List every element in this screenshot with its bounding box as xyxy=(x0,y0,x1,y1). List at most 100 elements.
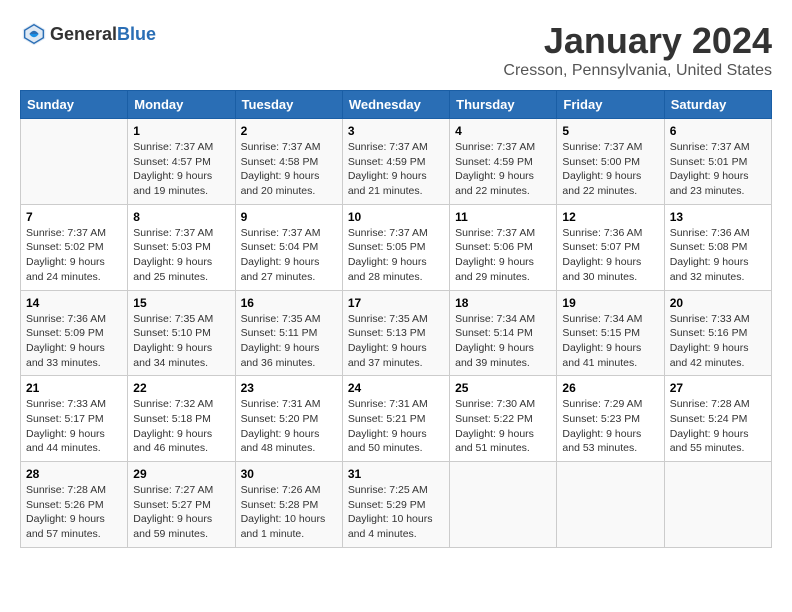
calendar-cell: 13 Sunrise: 7:36 AM Sunset: 5:08 PM Dayli… xyxy=(664,204,771,290)
day-number: 17 xyxy=(348,296,444,310)
calendar-cell: 8Sunrise: 7:37 AM Sunset: 5:03 PM Daylig… xyxy=(128,204,235,290)
day-info: Sunrise: 7:30 AM Sunset: 5:22 PM Dayligh… xyxy=(455,397,551,456)
day-info: Sunrise: 7:37 AM Sunset: 4:57 PM Dayligh… xyxy=(133,140,229,199)
day-info: Sunrise: 7:36 AM Sunset: 5:08 PM Dayligh… xyxy=(670,226,766,285)
calendar-cell xyxy=(664,462,771,548)
calendar-cell: 6 Sunrise: 7:37 AM Sunset: 5:01 PM Daylig… xyxy=(664,119,771,205)
day-number: 25 xyxy=(455,381,551,395)
calendar-cell: 30Sunrise: 7:26 AM Sunset: 5:28 PM Dayli… xyxy=(235,462,342,548)
weekday-header-tuesday: Tuesday xyxy=(235,91,342,119)
logo-general: General xyxy=(50,24,117,44)
logo-blue: Blue xyxy=(117,24,156,44)
calendar-week-1: 1Sunrise: 7:37 AM Sunset: 4:57 PM Daylig… xyxy=(21,119,772,205)
subtitle: Cresson, Pennsylvania, United States xyxy=(503,62,772,80)
calendar-week-2: 7 Sunrise: 7:37 AM Sunset: 5:02 PM Daylig… xyxy=(21,204,772,290)
logo: GeneralBlue xyxy=(20,20,156,48)
calendar-cell: 4Sunrise: 7:37 AM Sunset: 4:59 PM Daylig… xyxy=(450,119,557,205)
calendar-cell: 29 Sunrise: 7:27 AM Sunset: 5:27 PM Dayli… xyxy=(128,462,235,548)
calendar-cell: 16 Sunrise: 7:35 AM Sunset: 5:11 PM Dayli… xyxy=(235,290,342,376)
calendar-table: SundayMondayTuesdayWednesdayThursdayFrid… xyxy=(20,90,772,548)
day-info: Sunrise: 7:34 AM Sunset: 5:15 PM Dayligh… xyxy=(562,312,658,371)
page-header: GeneralBlue January 2024 Cresson, Pennsy… xyxy=(20,20,772,80)
weekday-header-friday: Friday xyxy=(557,91,664,119)
calendar-cell: 23Sunrise: 7:31 AM Sunset: 5:20 PM Dayli… xyxy=(235,376,342,462)
day-number: 2 xyxy=(241,124,337,138)
day-info: Sunrise: 7:28 AM Sunset: 5:26 PM Dayligh… xyxy=(26,483,122,542)
calendar-cell: 10Sunrise: 7:37 AM Sunset: 5:05 PM Dayli… xyxy=(342,204,449,290)
day-number: 7 xyxy=(26,210,122,224)
day-info: Sunrise: 7:32 AM Sunset: 5:18 PM Dayligh… xyxy=(133,397,229,456)
day-info: Sunrise: 7:35 AM Sunset: 5:10 PM Dayligh… xyxy=(133,312,229,371)
day-number: 26 xyxy=(562,381,658,395)
day-info: Sunrise: 7:37 AM Sunset: 5:04 PM Dayligh… xyxy=(241,226,337,285)
day-number: 9 xyxy=(241,210,337,224)
calendar-cell: 26 Sunrise: 7:29 AM Sunset: 5:23 PM Dayli… xyxy=(557,376,664,462)
day-info: Sunrise: 7:37 AM Sunset: 5:06 PM Dayligh… xyxy=(455,226,551,285)
day-number: 18 xyxy=(455,296,551,310)
calendar-cell: 22Sunrise: 7:32 AM Sunset: 5:18 PM Dayli… xyxy=(128,376,235,462)
calendar-cell: 14 Sunrise: 7:36 AM Sunset: 5:09 PM Dayli… xyxy=(21,290,128,376)
day-info: Sunrise: 7:25 AM Sunset: 5:29 PM Dayligh… xyxy=(348,483,444,542)
day-number: 6 xyxy=(670,124,766,138)
weekday-header-thursday: Thursday xyxy=(450,91,557,119)
calendar-cell xyxy=(450,462,557,548)
day-info: Sunrise: 7:36 AM Sunset: 5:09 PM Dayligh… xyxy=(26,312,122,371)
day-info: Sunrise: 7:35 AM Sunset: 5:11 PM Dayligh… xyxy=(241,312,337,371)
day-number: 13 xyxy=(670,210,766,224)
calendar-cell: 19Sunrise: 7:34 AM Sunset: 5:15 PM Dayli… xyxy=(557,290,664,376)
calendar-cell xyxy=(557,462,664,548)
day-info: Sunrise: 7:37 AM Sunset: 5:01 PM Dayligh… xyxy=(670,140,766,199)
day-info: Sunrise: 7:27 AM Sunset: 5:27 PM Dayligh… xyxy=(133,483,229,542)
weekday-header-saturday: Saturday xyxy=(664,91,771,119)
main-title: January 2024 xyxy=(503,20,772,62)
day-number: 3 xyxy=(348,124,444,138)
calendar-cell: 5Sunrise: 7:37 AM Sunset: 5:00 PM Daylig… xyxy=(557,119,664,205)
day-info: Sunrise: 7:37 AM Sunset: 4:58 PM Dayligh… xyxy=(241,140,337,199)
calendar-cell: 15Sunrise: 7:35 AM Sunset: 5:10 PM Dayli… xyxy=(128,290,235,376)
calendar-cell: 17 Sunrise: 7:35 AM Sunset: 5:13 PM Dayli… xyxy=(342,290,449,376)
day-info: Sunrise: 7:37 AM Sunset: 4:59 PM Dayligh… xyxy=(348,140,444,199)
calendar-week-5: 28 Sunrise: 7:28 AM Sunset: 5:26 PM Dayli… xyxy=(21,462,772,548)
calendar-cell: 21 Sunrise: 7:33 AM Sunset: 5:17 PM Dayli… xyxy=(21,376,128,462)
calendar-cell: 3 Sunrise: 7:37 AM Sunset: 4:59 PM Daylig… xyxy=(342,119,449,205)
day-number: 28 xyxy=(26,467,122,481)
day-info: Sunrise: 7:37 AM Sunset: 5:02 PM Dayligh… xyxy=(26,226,122,285)
calendar-cell: 28 Sunrise: 7:28 AM Sunset: 5:26 PM Dayli… xyxy=(21,462,128,548)
calendar-cell: 25 Sunrise: 7:30 AM Sunset: 5:22 PM Dayli… xyxy=(450,376,557,462)
logo-icon xyxy=(20,20,48,48)
calendar-cell: 18 Sunrise: 7:34 AM Sunset: 5:14 PM Dayli… xyxy=(450,290,557,376)
day-info: Sunrise: 7:37 AM Sunset: 5:00 PM Dayligh… xyxy=(562,140,658,199)
calendar-cell: 11 Sunrise: 7:37 AM Sunset: 5:06 PM Dayli… xyxy=(450,204,557,290)
day-info: Sunrise: 7:31 AM Sunset: 5:21 PM Dayligh… xyxy=(348,397,444,456)
calendar-cell: 31 Sunrise: 7:25 AM Sunset: 5:29 PM Dayli… xyxy=(342,462,449,548)
calendar-cell: 1Sunrise: 7:37 AM Sunset: 4:57 PM Daylig… xyxy=(128,119,235,205)
calendar-week-4: 21 Sunrise: 7:33 AM Sunset: 5:17 PM Dayli… xyxy=(21,376,772,462)
weekday-header-row: SundayMondayTuesdayWednesdayThursdayFrid… xyxy=(21,91,772,119)
day-info: Sunrise: 7:26 AM Sunset: 5:28 PM Dayligh… xyxy=(241,483,337,542)
calendar-week-3: 14 Sunrise: 7:36 AM Sunset: 5:09 PM Dayli… xyxy=(21,290,772,376)
day-info: Sunrise: 7:29 AM Sunset: 5:23 PM Dayligh… xyxy=(562,397,658,456)
weekday-header-sunday: Sunday xyxy=(21,91,128,119)
day-number: 27 xyxy=(670,381,766,395)
day-info: Sunrise: 7:34 AM Sunset: 5:14 PM Dayligh… xyxy=(455,312,551,371)
day-info: Sunrise: 7:33 AM Sunset: 5:17 PM Dayligh… xyxy=(26,397,122,456)
day-number: 11 xyxy=(455,210,551,224)
day-info: Sunrise: 7:35 AM Sunset: 5:13 PM Dayligh… xyxy=(348,312,444,371)
calendar-cell: 9 Sunrise: 7:37 AM Sunset: 5:04 PM Daylig… xyxy=(235,204,342,290)
day-info: Sunrise: 7:28 AM Sunset: 5:24 PM Dayligh… xyxy=(670,397,766,456)
day-number: 14 xyxy=(26,296,122,310)
calendar-cell xyxy=(21,119,128,205)
day-number: 23 xyxy=(241,381,337,395)
day-number: 16 xyxy=(241,296,337,310)
weekday-header-monday: Monday xyxy=(128,91,235,119)
day-number: 24 xyxy=(348,381,444,395)
day-number: 8 xyxy=(133,210,229,224)
day-number: 21 xyxy=(26,381,122,395)
day-info: Sunrise: 7:36 AM Sunset: 5:07 PM Dayligh… xyxy=(562,226,658,285)
calendar-cell: 27 Sunrise: 7:28 AM Sunset: 5:24 PM Dayli… xyxy=(664,376,771,462)
day-number: 29 xyxy=(133,467,229,481)
calendar-cell: 7 Sunrise: 7:37 AM Sunset: 5:02 PM Daylig… xyxy=(21,204,128,290)
day-number: 12 xyxy=(562,210,658,224)
day-number: 31 xyxy=(348,467,444,481)
title-block: January 2024 Cresson, Pennsylvania, Unit… xyxy=(503,20,772,80)
